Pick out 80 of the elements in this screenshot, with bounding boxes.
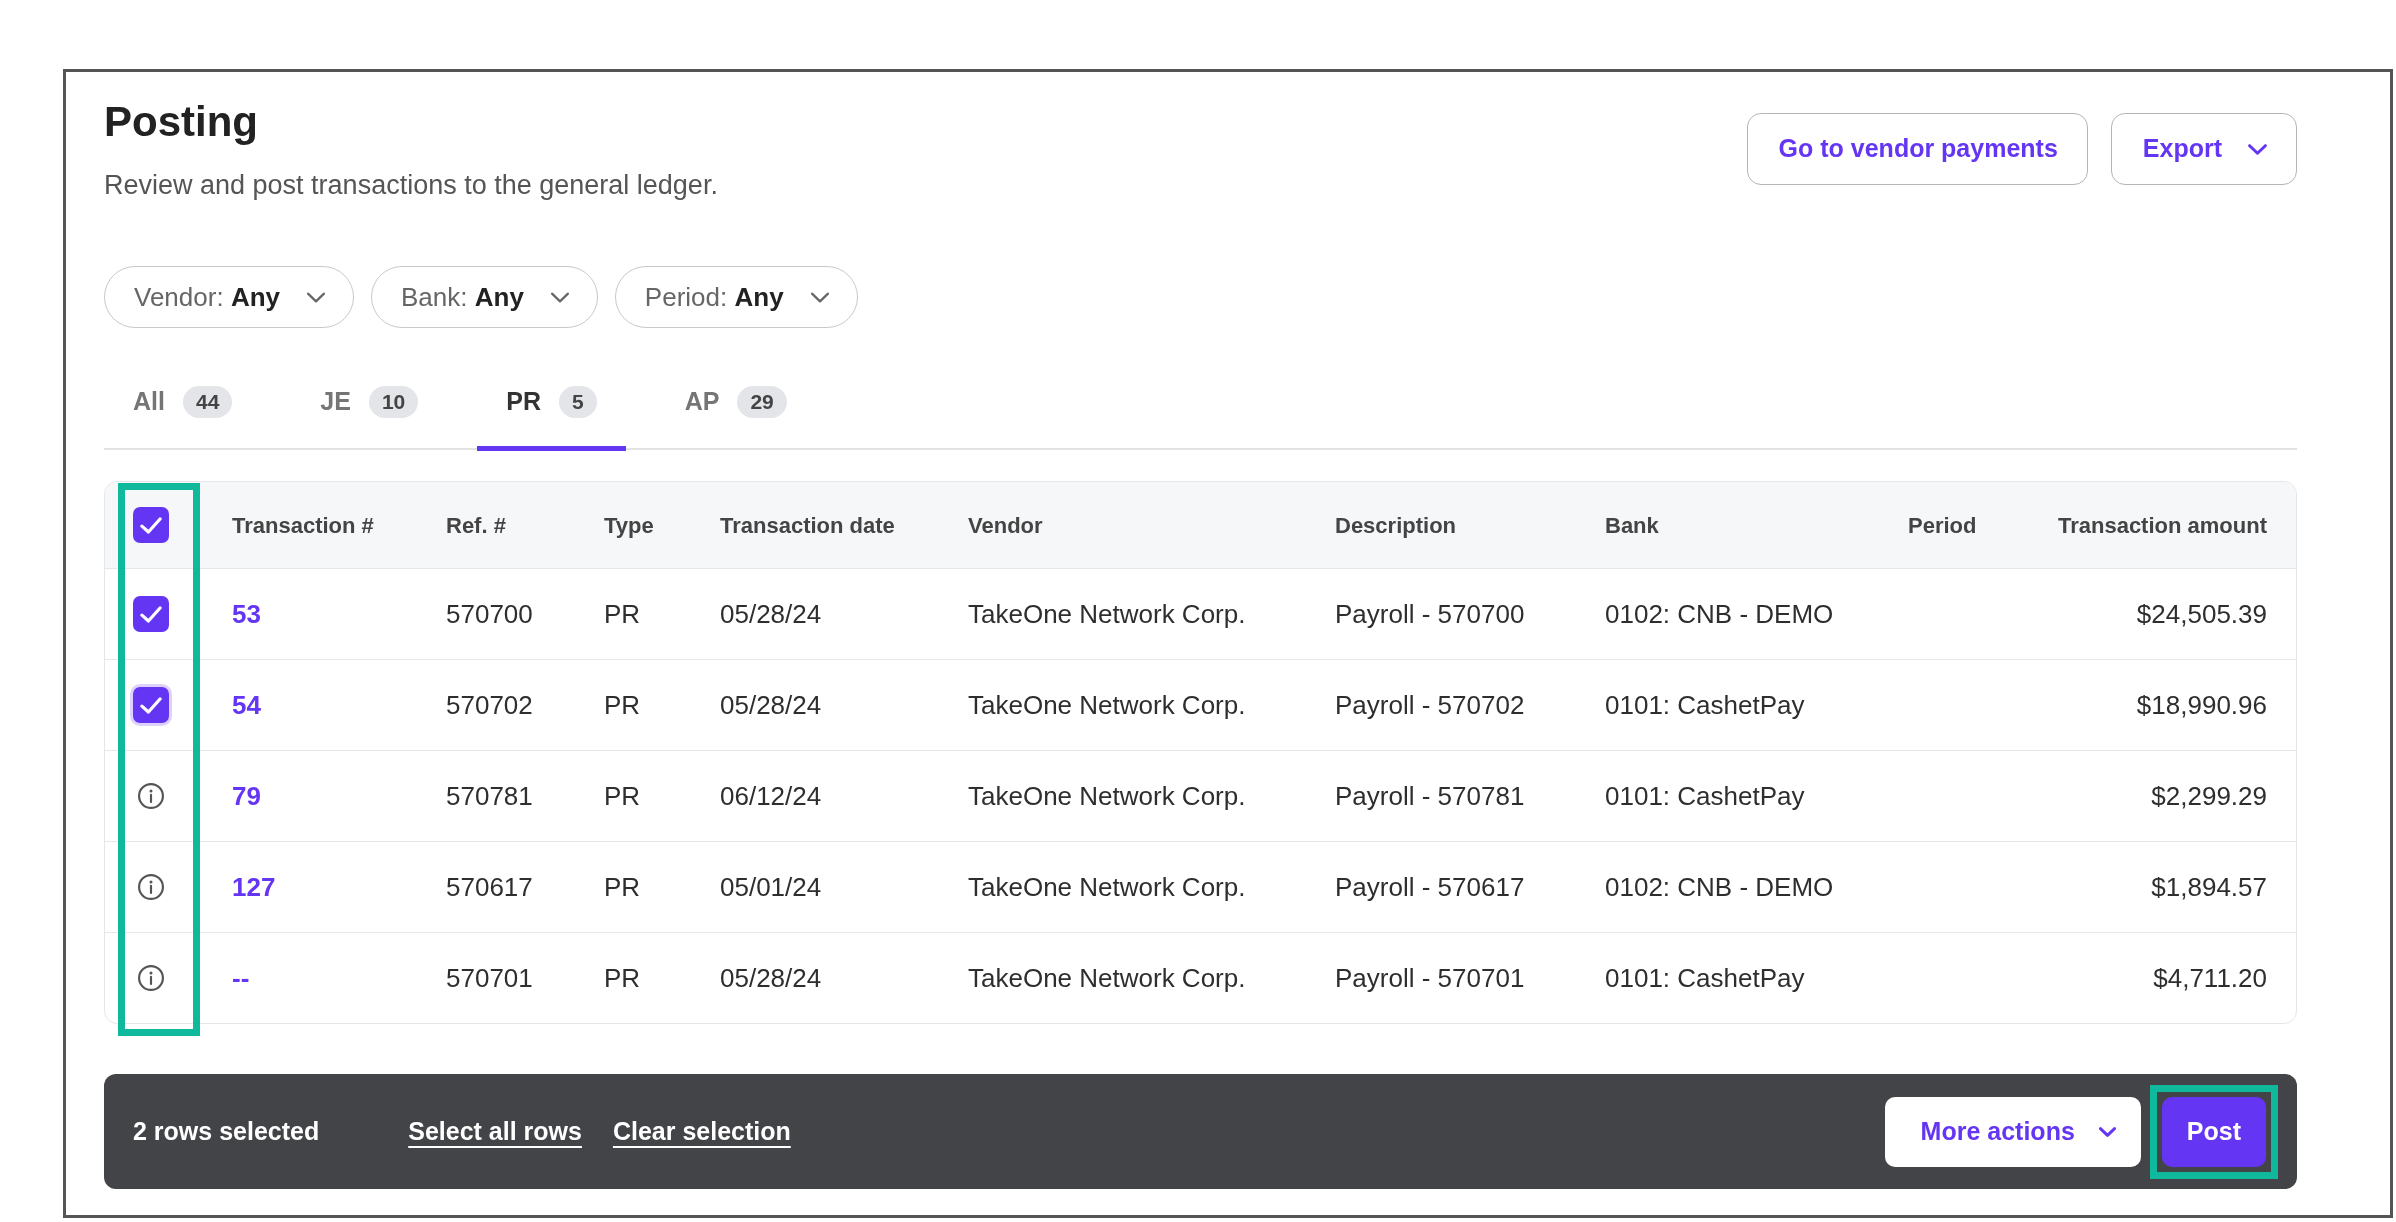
table-cell: 570781 xyxy=(446,780,533,811)
table-cell: 06/12/24 xyxy=(720,780,822,811)
table-cell: 05/28/24 xyxy=(720,598,822,629)
checkmark-icon xyxy=(140,516,162,534)
filter-dropdown[interactable]: Bank: Any xyxy=(371,266,598,328)
count-badge: 10 xyxy=(368,386,419,418)
checkbox[interactable] xyxy=(133,507,169,543)
info-icon[interactable] xyxy=(138,783,164,809)
table-cell: $4,711.20 xyxy=(2153,962,2267,993)
dropdown-button[interactable]: More actions xyxy=(1884,1096,2141,1167)
table-cell: PR xyxy=(604,871,641,902)
transaction-link[interactable]: 53 xyxy=(232,598,261,629)
column-header: Type xyxy=(604,512,654,538)
selection-count: 2 rows selected xyxy=(133,1115,320,1147)
chevron-down-icon xyxy=(809,291,830,303)
table-cell: TakeOne Network Corp. xyxy=(968,871,1246,902)
count-badge: 29 xyxy=(737,386,787,418)
page-subtitle: Review and post transactions to the general ledger. xyxy=(104,169,718,202)
column-header: Description xyxy=(1335,512,1457,538)
checkbox[interactable] xyxy=(133,596,169,632)
table-cell: TakeOne Network Corp. xyxy=(968,598,1246,629)
table-cell: 0102: CNB - DEMO xyxy=(1605,871,1834,902)
table-cell: PR xyxy=(604,962,641,993)
primary-button[interactable]: Post xyxy=(2161,1096,2266,1167)
column-header: Period xyxy=(1908,512,1977,538)
info-icon[interactable] xyxy=(138,965,164,991)
filter-dropdown[interactable]: Period: Any xyxy=(614,266,858,328)
table-cell: TakeOne Network Corp. xyxy=(968,689,1246,720)
column-header: Transaction # xyxy=(232,512,374,538)
tab[interactable]: PR 5 xyxy=(477,358,626,451)
table-cell: PR xyxy=(604,689,641,720)
column-header: Ref. # xyxy=(446,512,506,538)
table-cell: 0102: CNB - DEMO xyxy=(1605,598,1834,629)
column-header: Transaction amount xyxy=(2057,512,2267,538)
table-cell: 570701 xyxy=(446,962,533,993)
column-header: Transaction date xyxy=(720,512,895,538)
chevron-down-icon xyxy=(306,291,326,303)
table-cell: 0101: CashetPay xyxy=(1605,780,1805,811)
text-link[interactable]: Clear selection xyxy=(612,1112,791,1151)
transaction-link[interactable]: 79 xyxy=(232,780,261,811)
tab[interactable]: All 44 xyxy=(104,358,262,451)
chevron-down-icon xyxy=(549,291,570,303)
table-cell: 05/28/24 xyxy=(720,689,822,720)
table-cell: Payroll - 570701 xyxy=(1335,962,1525,993)
page-title: Posting xyxy=(104,97,259,147)
table-cell: Payroll - 570781 xyxy=(1335,780,1525,811)
table-cell: Payroll - 570617 xyxy=(1335,871,1525,902)
count-badge: 44 xyxy=(182,386,233,418)
count-badge: 5 xyxy=(559,386,597,418)
table-cell: Payroll - 570702 xyxy=(1335,689,1525,720)
table-cell: 0101: CashetPay xyxy=(1605,689,1805,720)
table-cell: PR xyxy=(604,780,641,811)
table-cell: TakeOne Network Corp. xyxy=(968,780,1246,811)
table-cell: 0101: CashetPay xyxy=(1605,962,1805,993)
text-link[interactable]: Select all rows xyxy=(408,1112,582,1151)
column-header: Bank xyxy=(1605,512,1659,538)
table-cell: 05/01/24 xyxy=(720,871,822,902)
table-cell: 570617 xyxy=(446,871,533,902)
link-button[interactable]: Go to vendor payments xyxy=(1746,113,2088,185)
table-cell: PR xyxy=(604,598,641,629)
table-cell: 05/28/24 xyxy=(720,962,822,993)
table-cell: TakeOne Network Corp. xyxy=(968,962,1246,993)
checkmark-icon xyxy=(140,605,162,623)
transaction-link[interactable]: -- xyxy=(232,962,250,993)
table-cell: $18,990.96 xyxy=(2136,689,2267,720)
transaction-link[interactable]: 54 xyxy=(232,689,261,720)
checkmark-icon xyxy=(140,696,162,714)
tab[interactable]: AP 29 xyxy=(655,358,816,451)
table-cell: $1,894.57 xyxy=(2151,871,2267,902)
table-cell: 570702 xyxy=(446,689,533,720)
info-icon[interactable] xyxy=(138,874,164,900)
table-cell: $2,299.29 xyxy=(2151,780,2267,811)
transaction-link[interactable]: 127 xyxy=(232,871,276,902)
table-cell: 570700 xyxy=(446,598,533,629)
table-cell: $24,505.39 xyxy=(2136,598,2267,629)
column-header: Vendor xyxy=(968,512,1043,538)
tab[interactable]: JE 10 xyxy=(291,358,448,451)
table-cell: Payroll - 570700 xyxy=(1335,598,1525,629)
filter-dropdown[interactable]: Vendor: Any xyxy=(104,266,354,328)
dropdown-button[interactable]: Export xyxy=(2110,113,2297,185)
